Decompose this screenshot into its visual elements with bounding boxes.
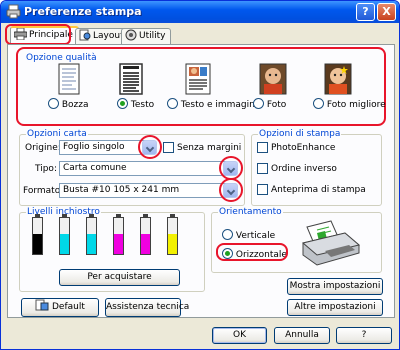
ink-tank [167, 217, 178, 255]
type-highlight [219, 156, 243, 180]
radio-orizzontale[interactable] [222, 248, 233, 259]
quality-option-testo[interactable]: Testo [117, 98, 154, 110]
radio-verticale[interactable] [222, 229, 233, 240]
print-preview-checkbox[interactable] [257, 184, 268, 195]
orientation-option-verticale[interactable]: Verticale [222, 229, 275, 241]
quality-label: Testo e immagine [180, 100, 261, 110]
print-options-group-label: Opzioni di stampa [258, 129, 342, 139]
tab-label: Principale [29, 30, 73, 40]
orientation-group-label: Orientamento [218, 207, 283, 217]
origin-select[interactable]: Foglio singolo [59, 140, 145, 155]
ink-level-fill [87, 234, 96, 254]
quality-label: Bozza [61, 100, 89, 110]
close-button[interactable]: X [377, 3, 396, 21]
buy-ink-button[interactable]: Per acquistare [59, 269, 180, 286]
ink-tank [59, 217, 70, 255]
photoenhance-checkbox[interactable] [257, 142, 268, 153]
photoenhance-label: PhotoEnhance [271, 143, 336, 153]
type-label: Tipo: [35, 164, 57, 174]
format-select[interactable]: Busta #10 105 x 241 mm [59, 183, 226, 198]
other-settings-button[interactable]: Altre impostazioni [287, 299, 383, 316]
radio-foto-migliore[interactable] [313, 98, 324, 109]
ink-level-fill [114, 234, 123, 254]
landscape-printer-icon [301, 220, 361, 266]
borderless-checkbox[interactable] [163, 142, 174, 153]
radio-bozza[interactable] [48, 98, 59, 109]
ink-tank [32, 217, 43, 255]
default-label: Default [51, 302, 85, 312]
paper-group-label: Opzioni carta [26, 129, 88, 139]
best-photo-icon [324, 63, 352, 95]
quality-group-label: Opzione qualità [25, 53, 98, 63]
printer-icon [13, 27, 28, 41]
origin-label: Origine: [25, 143, 61, 153]
default-icon [35, 299, 49, 311]
ok-button[interactable]: OK [212, 327, 267, 344]
ink-level-fill [168, 234, 177, 254]
format-highlight [219, 178, 243, 202]
type-select[interactable]: Carta comune [59, 161, 226, 176]
ink-tank [113, 217, 124, 255]
tab-utility[interactable]: Utility [121, 28, 172, 45]
quality-label: Testo [130, 100, 155, 110]
ink-tank [86, 217, 97, 255]
ink-level-fill [33, 234, 42, 254]
photo-icon [259, 63, 287, 95]
tab-label: Layout [93, 31, 124, 41]
draft-page-icon [58, 63, 80, 95]
printer-icon [6, 4, 21, 19]
cancel-button[interactable]: Annulla [274, 327, 330, 344]
show-settings-button[interactable]: Mostra impostazioni [287, 278, 383, 295]
default-button[interactable]: Default [21, 298, 99, 317]
window-title: Preferenze stampa [24, 5, 142, 18]
quality-label: Foto [266, 100, 287, 110]
ink-level-fill [141, 234, 150, 254]
borderless-label: Senza margini [177, 143, 242, 153]
title-bar[interactable]: Preferenze stampa ? X [1, 1, 399, 23]
ink-level-fill [60, 234, 69, 254]
quality-option-testo-immagine[interactable]: Testo e immagine [167, 98, 260, 110]
help-button[interactable]: ? [336, 327, 392, 344]
text-image-page-icon [185, 63, 211, 95]
radio-testo[interactable] [117, 98, 128, 109]
tab-principale[interactable]: Principale [10, 26, 79, 46]
format-label: Formato: [23, 186, 64, 196]
print-preview-label: Anteprima di stampa [271, 185, 366, 195]
print-preferences-window: Preferenze stampa ? X Principale Layout … [0, 0, 400, 350]
orientation-label: Orizzontale [235, 250, 287, 260]
utility-icon [125, 29, 137, 41]
origin-highlight [138, 135, 162, 159]
radio-foto[interactable] [253, 98, 264, 109]
orientation-option-orizzontale[interactable]: Orizzontale [222, 248, 287, 260]
title-help-button[interactable]: ? [356, 3, 375, 21]
ink-tank [140, 217, 151, 255]
quality-label: Foto migliore [326, 100, 386, 110]
radio-testo-immagine[interactable] [167, 98, 178, 109]
quality-option-foto-migliore[interactable]: Foto migliore [313, 98, 386, 110]
layout-icon [79, 29, 91, 41]
text-page-icon [119, 63, 143, 95]
quality-option-foto[interactable]: Foto [253, 98, 286, 110]
reverse-order-label: Ordine inverso [271, 164, 337, 174]
tab-label: Utility [139, 31, 166, 41]
reverse-order-checkbox[interactable] [257, 163, 268, 174]
quality-option-bozza[interactable]: Bozza [48, 98, 89, 110]
support-button[interactable]: Assistenza tecnica [105, 298, 189, 317]
orientation-label: Verticale [235, 231, 276, 241]
